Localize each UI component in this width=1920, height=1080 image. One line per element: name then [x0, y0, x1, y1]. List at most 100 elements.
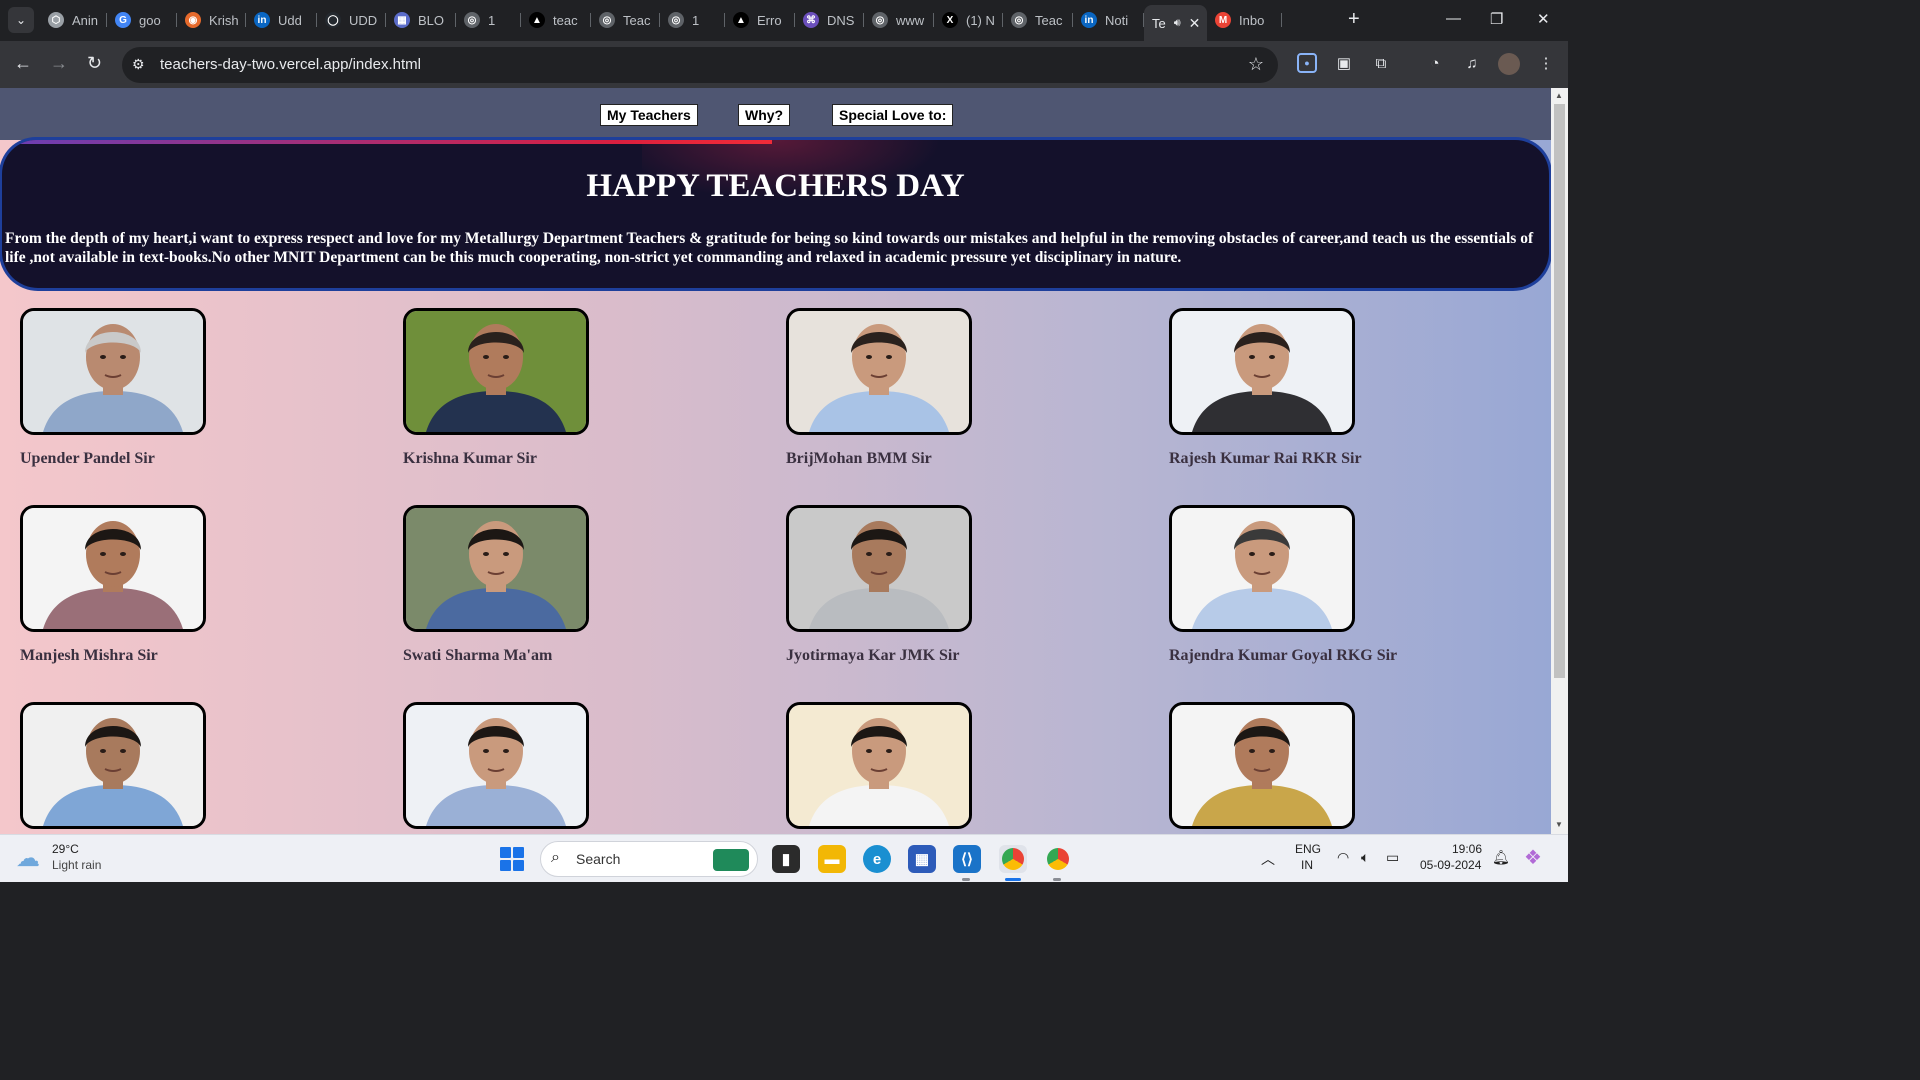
browser-tab[interactable]: X (1) N [934, 5, 1003, 35]
search-icon: ⌕ [551, 849, 560, 866]
address-bar[interactable]: ⚙ teachers-day-two.vercel.app/index.html… [122, 47, 1278, 83]
tab-favicon-icon: ▲ [733, 12, 749, 28]
teacher-photo [20, 505, 206, 632]
chrome-profile-icon[interactable] [1044, 845, 1072, 873]
tab-favicon-icon: ◉ [185, 12, 201, 28]
tab-favicon-icon: ▦ [394, 12, 410, 28]
browser-tab[interactable]: ▲ teac [521, 5, 591, 35]
tab-favicon-icon: ⌘ [803, 12, 819, 28]
browser-menu-icon[interactable]: ⋮ [1536, 53, 1556, 73]
new-tab-button[interactable]: + [1348, 9, 1360, 29]
volume-icon[interactable]: 🔈︎ [1361, 849, 1369, 866]
browser-tab[interactable]: in Udd [246, 5, 317, 35]
tab-title: Inbo [1239, 12, 1265, 28]
vscode-icon[interactable]: ⟨⟩ [953, 845, 981, 873]
tab-title: Teac [1035, 12, 1063, 28]
show-hidden-icons-chevron-icon[interactable]: ︿ [1261, 849, 1275, 869]
teacher-photo [20, 308, 206, 435]
browser-tab[interactable]: M Inbo [1207, 5, 1282, 35]
notification-bell-icon[interactable]: 🔔︎ [1492, 849, 1510, 866]
teacher-name: Rajesh Kumar Rai RKR Sir [1169, 450, 1362, 467]
nav-special-love-button[interactable]: Special Love to: [832, 104, 954, 126]
scroll-down-arrow-icon[interactable]: ▼ [1555, 820, 1563, 829]
tab-title: 1 [488, 12, 496, 28]
browser-tab[interactable]: in Noti [1073, 5, 1144, 35]
tab-title: 1 [692, 12, 700, 28]
screen-record-extension-icon[interactable]: ● [1297, 53, 1317, 73]
teacher-photo [1169, 505, 1355, 632]
browser-tab[interactable]: Te 🔊︎ ✕ [1144, 5, 1207, 41]
tab-favicon-icon: G [115, 12, 131, 28]
teacher-photo [403, 505, 589, 632]
media-controls-icon[interactable]: ♫ [1462, 53, 1482, 73]
site-nav-bar: My Teachers Why? Special Love to: [0, 88, 1551, 140]
browser-tab[interactable]: ▦ BLO [386, 5, 456, 35]
taskbar-search-box[interactable]: ⌕ Search [540, 841, 758, 877]
wifi-icon[interactable]: ◠ [1337, 849, 1349, 866]
tab-close-icon[interactable]: ✕ [1189, 15, 1201, 32]
nav-my-teachers-button[interactable]: My Teachers [600, 104, 698, 126]
browser-tab[interactable]: ▲ Erro [725, 5, 795, 35]
tab-favicon-icon: in [1081, 12, 1097, 28]
tab-title: goo [139, 12, 161, 28]
clock-date[interactable]: 05-09-2024 [1420, 858, 1481, 872]
minimize-button[interactable]: — [1446, 10, 1461, 27]
microsoft-store-icon[interactable]: ▦ [908, 845, 936, 873]
url-text[interactable]: teachers-day-two.vercel.app/index.html [160, 56, 421, 73]
language-indicator[interactable]: ENG [1295, 842, 1321, 856]
tab-favicon-icon: ◎ [464, 12, 480, 28]
tab-title: Udd [278, 12, 302, 28]
browser-tab[interactable]: ◎ 1 [456, 5, 521, 35]
scroll-thumb[interactable] [1554, 104, 1565, 678]
teacher-name: Rajendra Kumar Goyal RKG Sir [1169, 647, 1398, 664]
forward-icon[interactable]: → [50, 53, 68, 73]
browser-tab[interactable]: ◎ Teac [591, 5, 660, 35]
tab-favicon-icon: ▲ [529, 12, 545, 28]
region-indicator[interactable]: IN [1301, 858, 1313, 872]
browser-tab[interactable]: ⌘ DNS [795, 5, 864, 35]
file-explorer-icon[interactable]: ▬ [818, 845, 846, 873]
teacher-photo [1169, 308, 1355, 435]
site-info-icon[interactable]: ⚙ [132, 56, 145, 73]
browser-tab[interactable]: ◉ Krish [177, 5, 246, 35]
battery-icon[interactable]: ▭ [1386, 849, 1399, 866]
vscode-running-indicator [962, 878, 970, 881]
extensions-puzzle-icon[interactable]: ⧉ [1371, 53, 1391, 73]
browser-tab[interactable]: ⬡ Anin [40, 5, 107, 35]
browser-toolbar: ← → ↻ ⚙ teachers-day-two.vercel.app/inde… [0, 41, 1568, 88]
nav-why-button[interactable]: Why? [738, 104, 791, 126]
browser-tab[interactable]: Ggoo [107, 5, 177, 35]
start-windows-icon[interactable] [500, 847, 524, 871]
tab-favicon-icon: ◎ [1011, 12, 1027, 28]
edge-browser-icon[interactable]: e [863, 845, 891, 873]
media-extension-icon[interactable]: ▣ [1334, 53, 1354, 73]
weather-description[interactable]: Light rain [52, 858, 101, 872]
teacher-name: Swati Sharma Ma'am [403, 647, 553, 664]
bookmark-star-icon[interactable]: ☆ [1248, 54, 1264, 75]
weather-cloud-icon[interactable]: ☁ [16, 844, 40, 873]
close-window-button[interactable]: ✕ [1537, 10, 1550, 28]
browser-tab[interactable]: ◎ 1 [660, 5, 725, 35]
chrome-icon[interactable] [999, 845, 1027, 873]
clock-time[interactable]: 19:06 [1452, 842, 1482, 856]
tab-audio-icon[interactable]: 🔊︎ [1174, 17, 1181, 30]
back-icon[interactable]: ← [14, 53, 32, 73]
browser-tab[interactable]: ◯ UDD [317, 5, 386, 35]
weather-temperature[interactable]: 29°C [52, 842, 79, 856]
copilot-icon[interactable]: ❖ [1524, 845, 1542, 870]
reload-icon[interactable]: ↻ [87, 53, 102, 73]
task-view-icon[interactable]: ▮ [772, 845, 800, 873]
scrollbar[interactable]: ▲ ▼ [1551, 88, 1568, 834]
chrome-profile-running-indicator [1053, 878, 1061, 881]
browser-tab[interactable]: ◎ Teac [1003, 5, 1073, 35]
restore-button[interactable]: ❐ [1490, 10, 1503, 28]
scroll-up-arrow-icon[interactable]: ▲ [1555, 91, 1563, 100]
teacher-name: Jyotirmaya Kar JMK Sir [786, 647, 960, 664]
performance-icon[interactable]: ◔ [1425, 53, 1445, 73]
tab-search-chevron-icon[interactable]: ⌄ [8, 7, 34, 33]
browser-tab[interactable]: ◎ www [864, 5, 934, 35]
tab-title: Erro [757, 12, 782, 28]
page-title: HAPPY TEACHERS DAY [586, 168, 965, 204]
tab-title: www [896, 12, 925, 28]
profile-avatar[interactable] [1498, 53, 1520, 75]
